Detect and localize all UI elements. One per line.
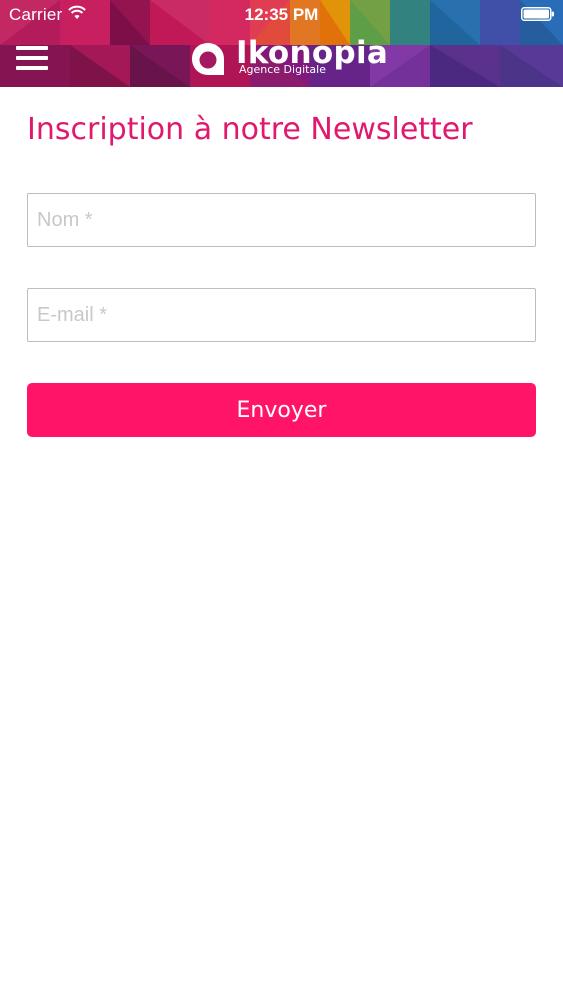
logo-mark-icon <box>192 43 224 75</box>
send-button[interactable]: Envoyer <box>27 383 536 437</box>
email-field[interactable] <box>27 288 536 342</box>
name-field[interactable] <box>27 193 536 247</box>
hamburger-menu-icon <box>16 46 48 70</box>
page-title: Inscription à notre Newsletter <box>27 112 473 147</box>
app-screen: Carrier 12:35 PM Ikonopia Agence Digital… <box>0 0 563 1000</box>
logo-tagline: Agence Digitale <box>239 63 327 76</box>
ikonopia-logo: Ikonopia Agence Digitale <box>190 35 390 80</box>
status-time: 12:35 PM <box>244 5 319 24</box>
status-bar: Carrier 12:35 PM <box>0 0 563 30</box>
app-header: Carrier 12:35 PM Ikonopia Agence Digital… <box>0 0 563 87</box>
menu-button[interactable] <box>12 40 54 74</box>
battery-icon <box>521 7 554 21</box>
navigation-bar: Ikonopia Agence Digitale <box>0 30 563 87</box>
